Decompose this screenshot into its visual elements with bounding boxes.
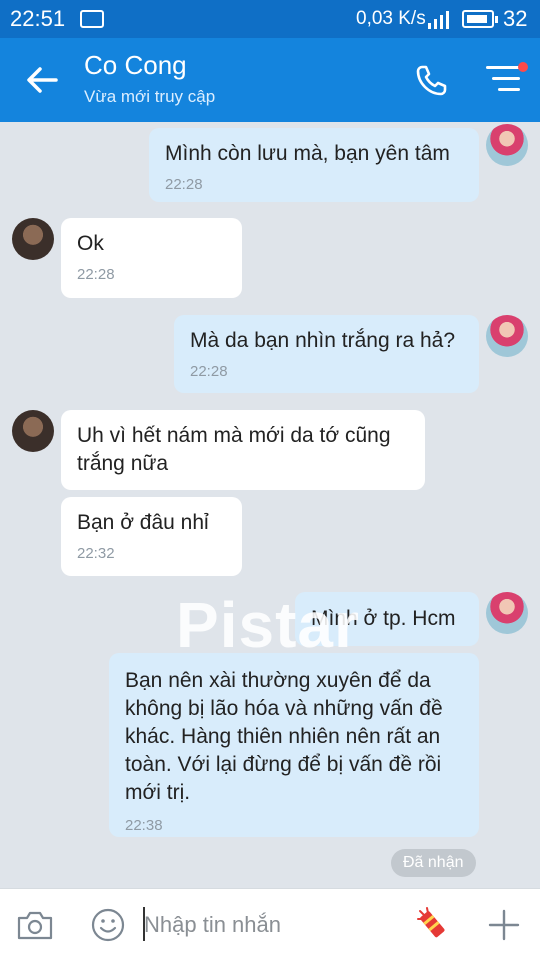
message-time: 22:28: [77, 266, 115, 283]
message-list[interactable]: Mình còn lưu mà, bạn yên tâm 22:28 Ok 22…: [0, 122, 540, 888]
message-bubble-outgoing[interactable]: Bạn nên xài thường xuyên để da không bị …: [109, 653, 479, 837]
message-time: 22:32: [77, 545, 115, 562]
menu-icon[interactable]: [486, 66, 522, 94]
message-bubble-incoming[interactable]: Bạn ở đâu nhỉ 22:32: [61, 497, 242, 576]
message-time: 22:28: [165, 176, 203, 193]
contact-avatar[interactable]: [12, 410, 54, 452]
contact-name[interactable]: Co Cong: [84, 50, 187, 81]
battery-level: 32: [503, 6, 528, 31]
message-bubble-incoming[interactable]: Uh vì hết nám mà mới da tớ cũng trắng nữ…: [61, 410, 425, 490]
sticker-icon[interactable]: [414, 905, 452, 945]
emoji-icon[interactable]: [90, 907, 126, 943]
message-text: Mình còn lưu mà, bạn yên tâm: [165, 142, 450, 165]
contact-status: Vừa mới truy cập: [84, 87, 216, 106]
message-input[interactable]: [144, 907, 394, 943]
status-bar: 22:51 0,03 K/s 32: [0, 0, 540, 38]
message-time: 22:28: [190, 363, 228, 380]
back-arrow-icon[interactable]: [22, 60, 62, 100]
camera-icon[interactable]: [16, 909, 54, 941]
status-time: 22:51: [10, 6, 66, 31]
my-avatar: [486, 315, 528, 357]
message-bubble-outgoing[interactable]: Mà da bạn nhìn trắng ra hả? 22:28: [174, 315, 479, 393]
message-bubble-outgoing[interactable]: Mình còn lưu mà, bạn yên tâm 22:28: [149, 128, 479, 202]
contact-avatar[interactable]: [12, 218, 54, 260]
message-text: Bạn ở đâu nhỉ: [77, 511, 209, 534]
message-text: Mà da bạn nhìn trắng ra hả?: [190, 329, 456, 352]
my-avatar: [486, 124, 528, 166]
message-text: Bạn nên xài thường xuyên để da không bị …: [125, 669, 443, 804]
watermark: Pistar: [176, 589, 360, 661]
plus-icon[interactable]: [486, 907, 522, 943]
notification-dot: [518, 62, 528, 72]
input-bar: [0, 888, 540, 960]
battery-icon: [462, 10, 498, 28]
phone-icon[interactable]: [414, 62, 450, 98]
message-text: Ok: [77, 232, 104, 255]
delivery-status-badge: Đã nhận: [391, 849, 476, 877]
sim-card-icon: [80, 10, 104, 28]
my-avatar: [486, 592, 528, 634]
message-text: Uh vì hết nám mà mới da tớ cũng trắng nữ…: [77, 424, 391, 475]
network-speed: 0,03 K/s: [356, 8, 426, 29]
chat-header: Co Cong Vừa mới truy cập: [0, 38, 540, 122]
message-bubble-incoming[interactable]: Ok 22:28: [61, 218, 242, 298]
message-time: 22:38: [125, 817, 163, 834]
signal-icon: [428, 11, 449, 29]
